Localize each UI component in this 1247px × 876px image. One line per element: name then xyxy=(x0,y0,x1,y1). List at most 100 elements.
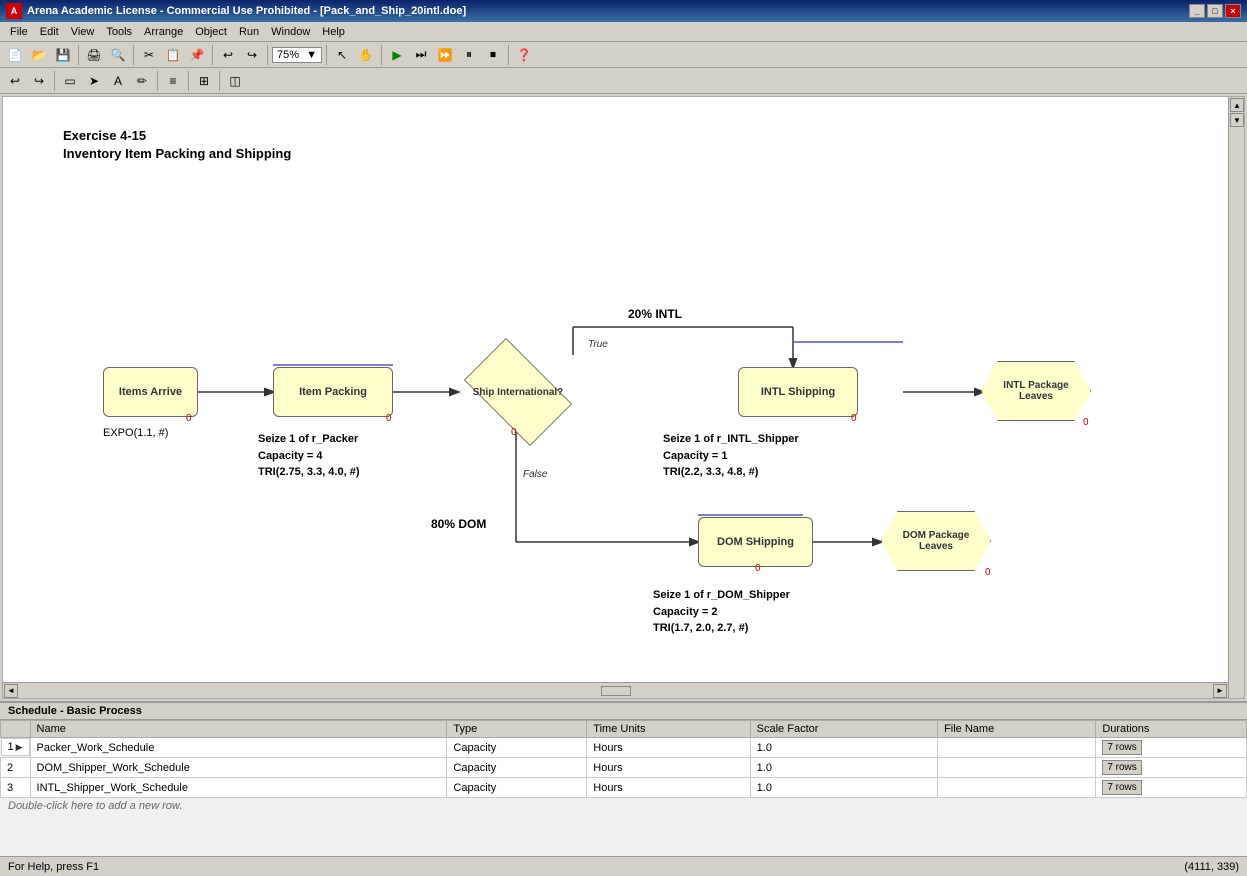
step-icon[interactable]: ⏭ xyxy=(410,44,432,66)
row3-num: 3 xyxy=(1,778,31,798)
row2-durations-btn[interactable]: 7 rows xyxy=(1102,760,1141,775)
undo-icon[interactable]: ↩ xyxy=(217,44,239,66)
row1-name: Packer_Work_Schedule xyxy=(30,738,447,758)
items-arrive-label: Items Arrive xyxy=(119,386,182,398)
menu-object[interactable]: Object xyxy=(189,24,233,40)
canvas-area[interactable]: Exercise 4-15 Inventory Item Packing and… xyxy=(2,96,1245,699)
print-icon[interactable]: 🖨 xyxy=(83,44,105,66)
col-filename-header: File Name xyxy=(938,721,1096,738)
status-bar: For Help, press F1 (4111, 339) xyxy=(0,856,1247,876)
pause-icon[interactable]: ⏸ xyxy=(458,44,480,66)
open-icon[interactable]: 📂 xyxy=(28,44,50,66)
row3-name: INTL_Shipper_Work_Schedule xyxy=(30,778,447,798)
row3-filename xyxy=(938,778,1096,798)
row3-durations-btn[interactable]: 7 rows xyxy=(1102,780,1141,795)
menu-view[interactable]: View xyxy=(65,24,101,40)
pointer-icon[interactable]: ↖ xyxy=(331,44,353,66)
svg-text:False: False xyxy=(523,469,548,480)
menu-tools[interactable]: Tools xyxy=(100,24,138,40)
scrollbar-horizontal[interactable]: ◄ ► xyxy=(3,682,1228,698)
dom-shipping-node[interactable]: DOM SHipping xyxy=(698,517,813,567)
arrow-icon[interactable]: ➤ xyxy=(83,70,105,92)
item-packing-queue: 0 xyxy=(386,413,392,424)
table-row[interactable]: 2 DOM_Shipper_Work_Schedule Capacity Hou… xyxy=(1,758,1247,778)
ship-international-label: Ship International? xyxy=(473,387,564,398)
bottom-panel: Schedule - Basic Process Name Type Time … xyxy=(0,701,1247,856)
toolbar-1: 📄 📂 💾 🖨 🔍 ✂ 📋 📌 ↩ ↪ 75% ▼ ↖ ✋ ▶ ⏭ ⏩ ⏸ ⏹ … xyxy=(0,42,1247,68)
dom-package-leaves-node[interactable]: DOM Package Leaves xyxy=(881,511,991,571)
title-line1: Exercise 4-15 xyxy=(63,127,291,145)
pencil-icon[interactable]: ✏ xyxy=(131,70,153,92)
window-controls[interactable]: _ □ × xyxy=(1189,4,1241,18)
minimize-button[interactable]: _ xyxy=(1189,4,1205,18)
row3-durations[interactable]: 7 rows xyxy=(1096,778,1247,798)
redo-icon[interactable]: ↪ xyxy=(241,44,263,66)
redo2-icon[interactable]: ↪ xyxy=(28,70,50,92)
intl-shipping-label: INTL Shipping xyxy=(761,386,835,398)
stop-icon[interactable]: ⏹ xyxy=(482,44,504,66)
items-arrive-annotation: EXPO(1.1, #) xyxy=(103,427,168,439)
items-arrive-node[interactable]: Items Arrive xyxy=(103,367,198,417)
close-button[interactable]: × xyxy=(1225,4,1241,18)
dom-leaves-inner: DOM Package Leaves xyxy=(881,511,991,571)
zoom-dropdown-icon[interactable]: ▼ xyxy=(306,49,317,61)
help-icon[interactable]: ❓ xyxy=(513,44,535,66)
menu-help[interactable]: Help xyxy=(316,24,351,40)
module-icon[interactable]: ◫ xyxy=(224,70,246,92)
scroll-down-icon[interactable]: ▼ xyxy=(1230,113,1244,127)
paste-icon[interactable]: 📌 xyxy=(186,44,208,66)
scroll-left-icon[interactable]: ◄ xyxy=(4,684,18,698)
run-icon[interactable]: ▶ xyxy=(386,44,408,66)
cut-icon[interactable]: ✂ xyxy=(138,44,160,66)
app-icon: A xyxy=(6,3,22,19)
menu-edit[interactable]: Edit xyxy=(34,24,65,40)
scroll-thumb[interactable] xyxy=(601,686,631,696)
ship-international-node[interactable]: Ship International? xyxy=(453,352,583,432)
print-preview-icon[interactable]: 🔍 xyxy=(107,44,129,66)
diagram-title: Exercise 4-15 Inventory Item Packing and… xyxy=(63,127,291,163)
intl-package-leaves-node[interactable]: INTL Package Leaves xyxy=(981,361,1091,421)
undo2-icon[interactable]: ↩ xyxy=(4,70,26,92)
col-num-header xyxy=(1,721,31,738)
dom-shipping-label: DOM SHipping xyxy=(717,536,794,548)
col-name-header: Name xyxy=(30,721,447,738)
row1-durations[interactable]: 7 rows xyxy=(1096,738,1247,758)
row2-filename xyxy=(938,758,1096,778)
row2-durations[interactable]: 7 rows xyxy=(1096,758,1247,778)
item-packing-node[interactable]: Item Packing xyxy=(273,367,393,417)
menu-file[interactable]: File xyxy=(4,24,34,40)
title-line2: Inventory Item Packing and Shipping xyxy=(63,145,291,163)
help-text: For Help, press F1 xyxy=(8,861,99,873)
menu-window[interactable]: Window xyxy=(265,24,316,40)
scroll-up-icon[interactable]: ▲ xyxy=(1230,98,1244,112)
align-icon[interactable]: ≡ xyxy=(162,70,184,92)
table-row[interactable]: 3 INTL_Shipper_Work_Schedule Capacity Ho… xyxy=(1,778,1247,798)
row3-timeunits: Hours xyxy=(587,778,750,798)
save-icon[interactable]: 💾 xyxy=(52,44,74,66)
restore-button[interactable]: □ xyxy=(1207,4,1223,18)
dom-shipping-queue: 0 xyxy=(755,563,761,574)
scrollbar-right[interactable]: ▲ ▼ xyxy=(1228,97,1244,698)
intl-shipping-node[interactable]: INTL Shipping xyxy=(738,367,858,417)
new-icon[interactable]: 📄 xyxy=(4,44,26,66)
rect-icon[interactable]: ▭ xyxy=(59,70,81,92)
scroll-right-icon[interactable]: ► xyxy=(1213,684,1227,698)
title-text: Arena Academic License - Commercial Use … xyxy=(27,5,466,17)
row1-scalefactor: 1.0 xyxy=(750,738,937,758)
row1-num: 1 ▶ xyxy=(1,738,30,756)
fast-forward-icon[interactable]: ⏩ xyxy=(434,44,456,66)
copy-icon[interactable]: 📋 xyxy=(162,44,184,66)
hand-icon[interactable]: ✋ xyxy=(355,44,377,66)
intl-shipping-queue: 0 xyxy=(851,413,857,424)
zoom-selector[interactable]: 75% ▼ xyxy=(272,47,322,63)
table-row[interactable]: 1 ▶ Packer_Work_Schedule Capacity Hours … xyxy=(1,738,1247,758)
grid-icon[interactable]: ⊞ xyxy=(193,70,215,92)
ship-intl-queue: 0 xyxy=(511,427,517,438)
add-row-hint[interactable]: Double-click here to add a new row. xyxy=(0,798,1247,814)
item-packing-label: Item Packing xyxy=(299,386,367,398)
menu-arrange[interactable]: Arrange xyxy=(138,24,189,40)
row1-durations-btn[interactable]: 7 rows xyxy=(1102,740,1141,755)
menu-run[interactable]: Run xyxy=(233,24,265,40)
intl-shipping-annotation: Seize 1 of r_INTL_Shipper Capacity = 1 T… xyxy=(663,431,799,481)
text-icon[interactable]: A xyxy=(107,70,129,92)
